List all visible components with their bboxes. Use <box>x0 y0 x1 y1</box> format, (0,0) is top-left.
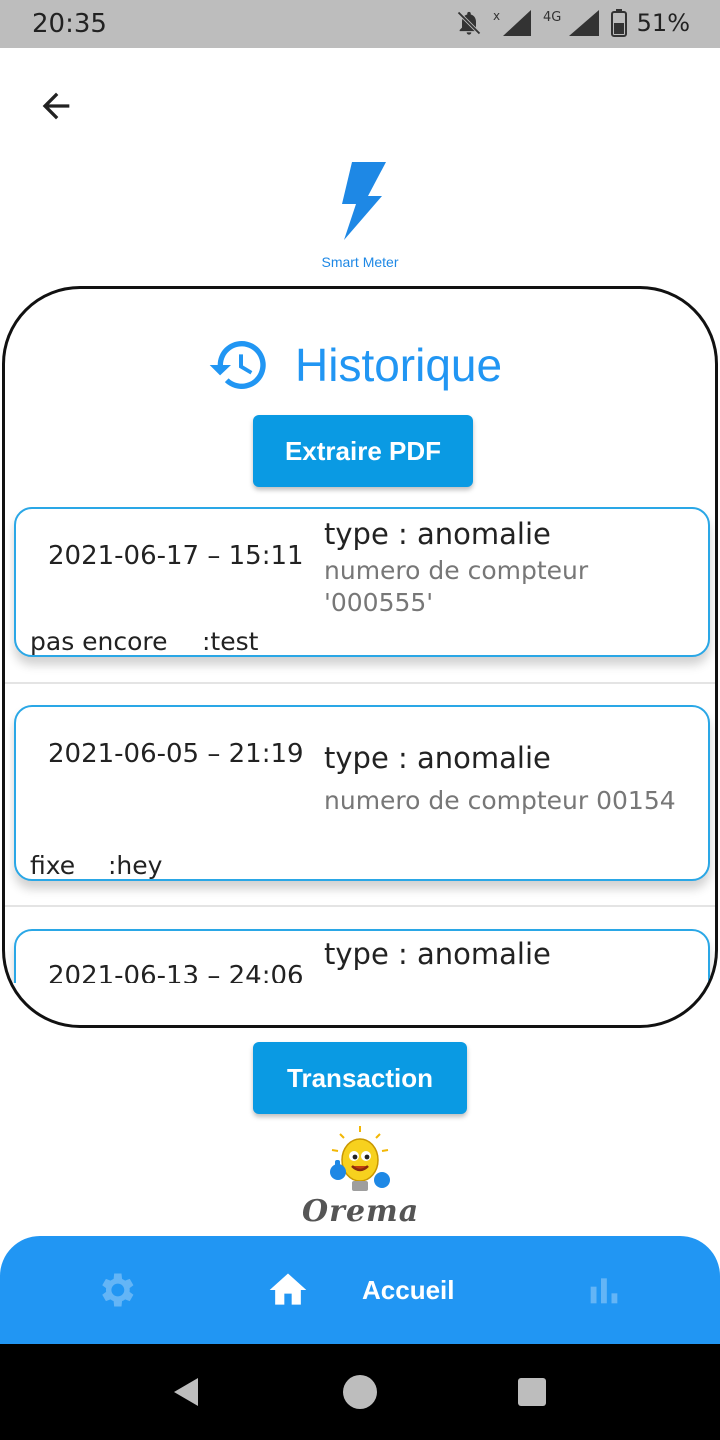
circle-home-icon <box>343 1375 377 1409</box>
card-meter-number: numero de compteur '000555' <box>324 556 589 617</box>
history-card[interactable]: 2021-06-17 – 15:11 type : anomalie numer… <box>14 507 710 657</box>
svg-text:x: x <box>493 9 500 23</box>
lightning-icon <box>342 162 386 240</box>
gear-icon <box>102 1273 134 1307</box>
app-logo: Smart Meter <box>300 156 420 276</box>
home-icon <box>269 1273 307 1305</box>
status-icons: x 4G 51% <box>455 8 690 38</box>
network-label: 4G <box>543 10 561 25</box>
card-meter-number: numero de compteur 00154 <box>324 786 676 815</box>
card-type: type : anomalie <box>324 517 551 551</box>
signal-4g-icon: 4G <box>543 8 601 38</box>
card-status: pas encore <box>30 627 168 656</box>
card-note: :test <box>202 627 259 656</box>
history-card[interactable]: 2021-06-13 – 24:06 type : anomalie <box>14 929 710 983</box>
nav-home-label: Accueil <box>362 1274 455 1305</box>
brand-logo: Orema <box>300 1124 420 1236</box>
nav-settings[interactable] <box>94 1266 138 1314</box>
history-list[interactable]: 2021-06-17 – 15:11 type : anomalie numer… <box>5 507 715 983</box>
divider <box>5 905 715 907</box>
nav-stats[interactable] <box>584 1266 624 1314</box>
bar-chart-icon <box>590 1278 618 1304</box>
card-type: type : anomalie <box>324 937 551 971</box>
card-note: :hey <box>108 851 163 880</box>
bell-off-icon <box>455 9 483 37</box>
lightbulb-mascot-icon <box>330 1126 390 1191</box>
status-time: 20:35 <box>32 9 107 39</box>
history-icon <box>209 340 266 389</box>
battery-icon <box>610 9 627 37</box>
battery-percent: 51% <box>636 9 690 37</box>
back-button[interactable] <box>30 80 82 132</box>
transaction-button[interactable]: Transaction <box>253 1042 467 1114</box>
status-bar: 20:35 x 4G 51% <box>0 0 720 48</box>
history-header: Historique <box>203 329 502 401</box>
card-date: 2021-06-13 – 24:06 <box>48 961 304 983</box>
card-status: fixe <box>30 851 76 880</box>
card-date: 2021-06-17 – 15:11 <box>48 541 304 571</box>
nav-home[interactable]: Accueil <box>266 1266 455 1314</box>
brand-name: Orema <box>302 1194 420 1229</box>
extract-pdf-button[interactable]: Extraire PDF <box>253 415 473 487</box>
bottom-nav: Accueil <box>0 1236 720 1344</box>
history-card[interactable]: 2021-06-05 – 21:19 type : anomalie numer… <box>14 705 710 881</box>
card-date: 2021-06-05 – 21:19 <box>48 739 304 769</box>
arrow-left-icon <box>42 92 70 120</box>
logo-caption: Smart Meter <box>321 254 399 270</box>
triangle-back-icon <box>174 1378 198 1406</box>
history-panel: Historique Extraire PDF 2021-06-17 – 15:… <box>2 286 718 1028</box>
square-recents-icon <box>518 1378 546 1406</box>
card-type: type : anomalie <box>324 741 551 775</box>
divider <box>5 682 715 684</box>
system-recents-button[interactable] <box>516 1376 548 1412</box>
signal-x-icon: x <box>493 8 533 38</box>
system-nav-bar <box>0 1344 720 1440</box>
system-back-button[interactable] <box>168 1374 204 1414</box>
page-title: Historique <box>295 339 503 391</box>
system-home-button[interactable] <box>340 1372 380 1416</box>
